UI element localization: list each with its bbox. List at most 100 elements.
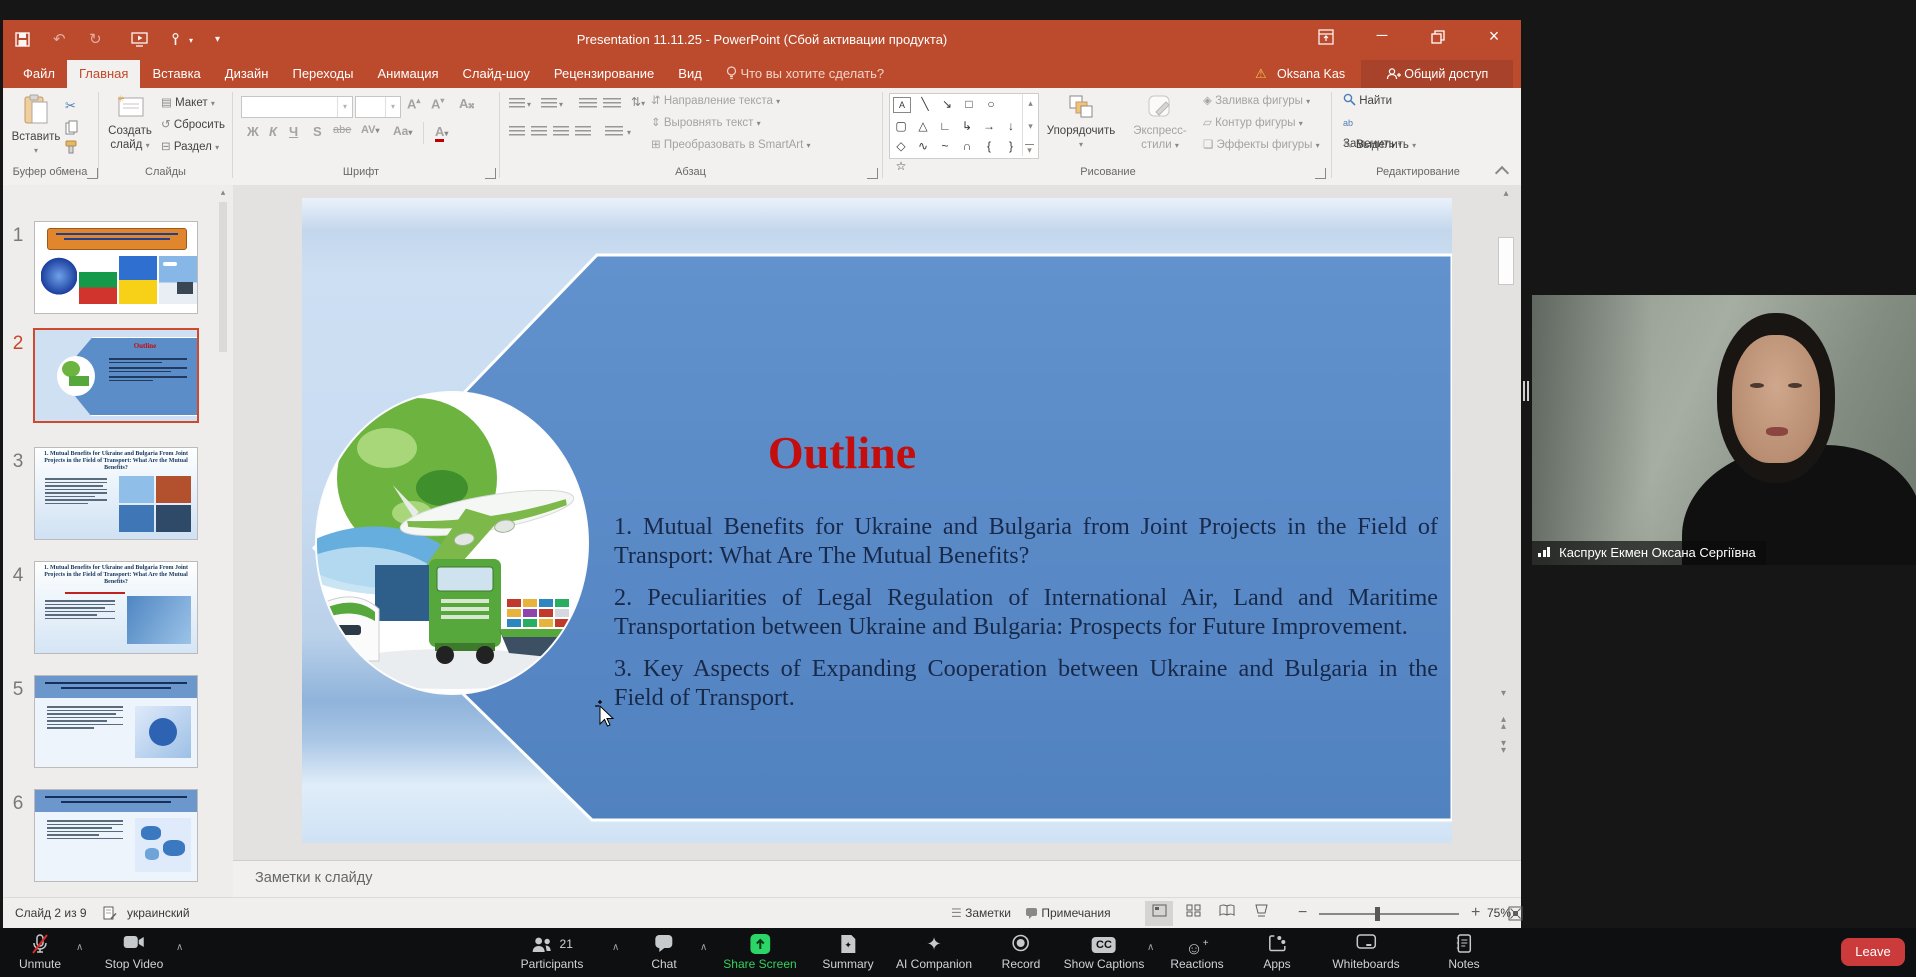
shapes-scroll-down[interactable]: ▾ (1023, 121, 1038, 132)
shape-right-brace[interactable]: } (1000, 136, 1022, 156)
next-slide-button[interactable]: ▾▾ (1501, 740, 1506, 754)
italic-button[interactable]: К (269, 124, 277, 139)
shape-arrow-line[interactable]: ↘ (936, 94, 958, 114)
slide-canvas[interactable]: Outline 1. Mutual Benefits for Ukraine a… (302, 198, 1452, 843)
tab-transitions[interactable]: Переходы (280, 60, 365, 88)
align-right-button[interactable] (553, 126, 569, 137)
webcam-video-tile[interactable]: Каспрук Екмен Оксана Сергіївна (1532, 295, 1916, 565)
slide-thumbnail-2-selected[interactable]: Outline (35, 330, 197, 421)
copy-button[interactable] (65, 120, 79, 140)
shape-arc[interactable]: ~ (934, 136, 956, 156)
clipboard-dialog-launcher[interactable] (87, 168, 98, 179)
tab-view[interactable]: Вид (666, 60, 714, 88)
slide-thumbnail-5[interactable] (35, 676, 197, 767)
shape-flowchart[interactable]: ◇ (890, 136, 912, 156)
reset-button[interactable]: ↺ Сбросить (161, 115, 225, 136)
comments-toggle[interactable]: Примечания (1025, 898, 1111, 928)
tab-review[interactable]: Рецензирование (542, 60, 666, 88)
unmute-button[interactable]: Unmute (19, 934, 61, 971)
select-button[interactable]: ↖ Выделить ▾ (1343, 135, 1416, 156)
align-left-button[interactable] (509, 126, 525, 137)
layout-button[interactable]: ▤ Макет ▾ (161, 93, 215, 114)
transport-collage-image[interactable] (317, 393, 587, 693)
decrease-indent-button[interactable] (579, 98, 597, 109)
whiteboards-button[interactable]: Whiteboards (1332, 934, 1399, 971)
shape-effects-button[interactable]: ❏ Эффекты фигуры ▾ (1203, 135, 1320, 156)
captions-options-caret[interactable]: ∧ (1147, 942, 1154, 953)
tab-home[interactable]: Главная (67, 60, 140, 88)
font-color-button[interactable]: A▾ (435, 124, 448, 139)
slide-thumbnail-4[interactable]: 1. Mutual Benefits for Ukraine and Bulga… (35, 562, 197, 653)
grow-font-button[interactable]: A▴ (407, 96, 420, 111)
shapes-scroll-up[interactable]: ▴ (1023, 98, 1038, 109)
columns-caret[interactable]: ▾ (627, 128, 631, 137)
tab-insert[interactable]: Вставка (140, 60, 212, 88)
editor-scroll-thumb[interactable] (1498, 237, 1514, 285)
slide-title[interactable]: Outline (632, 426, 1052, 479)
change-case-button[interactable]: Aa▾ (393, 124, 412, 138)
shape-triangle[interactable]: △ (912, 116, 934, 136)
cut-button[interactable]: ✂ (65, 98, 76, 114)
shape-rectangle[interactable]: □ (958, 94, 980, 114)
new-slide-button[interactable]: ✳ Создать слайд ▾ (103, 94, 157, 153)
notes-toggle[interactable]: ☰ Заметки (951, 898, 1011, 928)
numbering-caret[interactable]: ▾ (559, 100, 563, 109)
shape-star[interactable]: ☆ (890, 156, 912, 176)
ribbon-display-options-button[interactable] (1309, 20, 1343, 54)
slide-body-text[interactable]: 1. Mutual Benefits for Ukraine and Bulga… (614, 512, 1438, 725)
shape-elbow-arrow[interactable]: ↳ (956, 116, 978, 136)
zoom-slider-thumb[interactable] (1375, 907, 1380, 921)
strikethrough-button[interactable]: abe (333, 124, 351, 136)
quick-styles-button[interactable]: Экспресс- стили ▾ (1125, 94, 1195, 153)
tab-animations[interactable]: Анимация (365, 60, 450, 88)
notes-pane[interactable]: Заметки к слайду (233, 860, 1521, 898)
convert-smartart-button[interactable]: ⊞ Преобразовать в SmartArt ▾ (651, 135, 811, 156)
record-button[interactable]: Record (1002, 934, 1041, 971)
editor-scrollbar[interactable]: ▴ ▾ ▴▴ ▾▾ (1495, 188, 1517, 748)
account-name[interactable]: Oksana Kas (1277, 60, 1345, 88)
editor-scroll-down[interactable]: ▾ (1501, 688, 1506, 699)
shape-curve[interactable]: ∩ (956, 136, 978, 156)
increase-indent-button[interactable] (603, 98, 621, 109)
slide-thumbnail-6[interactable] (35, 790, 197, 881)
video-options-caret[interactable]: ∧ (176, 942, 183, 953)
shape-right-arrow[interactable]: → (978, 116, 1000, 136)
close-button[interactable]: × (1477, 20, 1511, 54)
character-spacing-button[interactable]: AV▾ (361, 124, 379, 136)
thumbnail-scrollbar[interactable]: ▴ (217, 187, 229, 892)
numbering-button[interactable] (541, 98, 557, 109)
shrink-font-button[interactable]: A▾ (431, 96, 444, 111)
ai-companion-button[interactable]: ✦ AI Companion (896, 934, 972, 971)
pane-splitter-handle-2[interactable] (1527, 381, 1529, 401)
leave-meeting-button[interactable]: Leave (1841, 938, 1905, 966)
thumbnail-scroll-up[interactable]: ▴ (217, 187, 229, 198)
notes-button[interactable]: Notes (1448, 934, 1479, 971)
font-size-combo[interactable]: ▾ (355, 96, 401, 118)
unmute-options-caret[interactable]: ∧ (76, 942, 83, 953)
chat-options-caret[interactable]: ∧ (700, 942, 707, 953)
summary-button[interactable]: ✦ Summary (822, 934, 873, 971)
shape-oval[interactable]: ○ (980, 94, 1002, 114)
format-painter-button[interactable] (65, 140, 80, 159)
drawing-dialog-launcher[interactable] (1315, 168, 1326, 179)
tab-design[interactable]: Дизайн (213, 60, 281, 88)
columns-button[interactable] (605, 126, 623, 137)
justify-button[interactable] (575, 126, 591, 137)
text-shadow-button[interactable]: S (313, 124, 322, 139)
align-text-button[interactable]: ⇕ Выровнять текст ▾ (651, 113, 761, 134)
chat-button[interactable]: Chat (651, 934, 676, 971)
shape-scribble[interactable]: ∿ (912, 136, 934, 156)
show-captions-button[interactable]: CC Show Captions (1064, 934, 1145, 971)
text-direction-button[interactable]: ⇵ Направление текста ▾ (651, 91, 780, 112)
collapse-ribbon-button[interactable] (1497, 164, 1509, 176)
tab-slideshow[interactable]: Слайд-шоу (451, 60, 542, 88)
shapes-gallery[interactable]: A ╲ ↘ □ ○ ▢ △ ∟ ↳ → ↓ ◇ ∿ ~ ∩ { } (889, 93, 1039, 159)
shape-rounded-rectangle[interactable]: ▢ (890, 116, 912, 136)
slide-sorter-view-button[interactable] (1179, 901, 1207, 926)
participants-options-caret[interactable]: ∧ (612, 942, 619, 953)
fit-to-window-button[interactable] (1508, 906, 1523, 924)
shape-left-brace[interactable]: { (978, 136, 1000, 156)
minimize-button[interactable]: ─ (1365, 20, 1399, 54)
paste-button[interactable]: Вставить ▾ (11, 94, 61, 158)
font-name-combo[interactable]: ▾ (241, 96, 353, 118)
